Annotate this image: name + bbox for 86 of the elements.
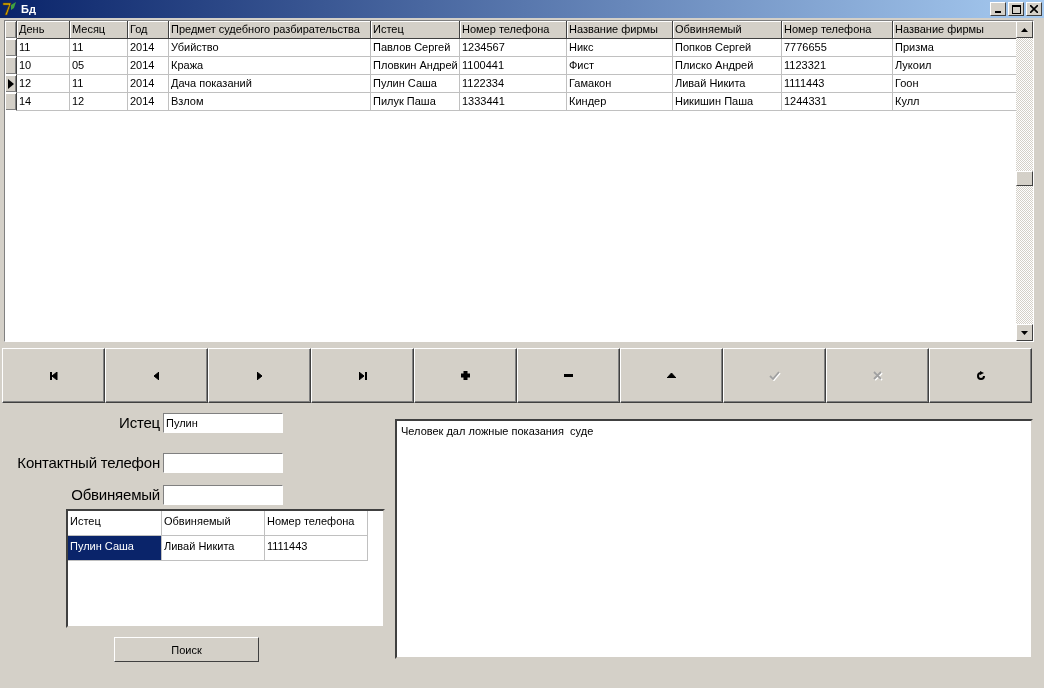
table-cell: Киндер [567, 93, 673, 111]
table-cell: 2014 [128, 57, 169, 75]
current-row-icon [7, 78, 14, 89]
table-cell: 11 [70, 75, 128, 93]
table-cell: 12 [17, 75, 70, 93]
table-cell: Фист [567, 57, 673, 75]
column-header[interactable]: Год [128, 21, 169, 39]
column-header[interactable]: Обвиняемый [162, 511, 265, 536]
text-field[interactable] [163, 452, 283, 473]
table-cell: Убийство [169, 39, 371, 57]
table-cell: 11 [70, 39, 128, 57]
search-button[interactable]: Поиск [114, 637, 259, 662]
table-cell: 1123321 [782, 57, 893, 75]
field-label: Контактный телефон [17, 454, 160, 471]
table-cell: Павлов Сергей [371, 39, 460, 57]
table-cell: Ливай Никита [673, 75, 782, 93]
maximize-button[interactable] [1008, 2, 1024, 16]
close-icon [1030, 5, 1038, 13]
window-title: Бд [21, 3, 36, 15]
table-cell: Никс [567, 39, 673, 57]
table-cell: 11 [17, 39, 70, 57]
maximize-icon [1011, 4, 1021, 14]
table-cell: Взлом [169, 93, 371, 111]
minimize-button[interactable] [990, 2, 1006, 16]
grid-corner [5, 21, 17, 39]
column-header[interactable]: День [17, 21, 70, 39]
table-cell: Плиско Андрей [673, 57, 782, 75]
column-header[interactable]: Месяц [70, 21, 128, 39]
field-label: Истец [119, 414, 160, 431]
table-cell: 1100441 [460, 57, 567, 75]
table-cell: Попков Сергей [673, 39, 782, 57]
edit-button[interactable] [620, 348, 723, 403]
table-cell: 7776655 [782, 39, 893, 57]
table-cell: Пулин Саша [68, 536, 162, 561]
memo-field[interactable]: Человек дал ложные показания суде [395, 419, 1033, 659]
up-arrow-icon [1021, 27, 1028, 32]
column-header[interactable]: Истец [371, 21, 460, 39]
table-cell: 2014 [128, 75, 169, 93]
table-cell: Гамакон [567, 75, 673, 93]
column-header[interactable]: Название фирмы [567, 21, 673, 39]
table-cell: Пулин Саша [371, 75, 460, 93]
table-cell: 1111443 [265, 536, 368, 561]
column-header[interactable]: Предмет судебного разбирательства [169, 21, 371, 39]
row-indicator[interactable] [5, 39, 17, 57]
table-cell: 14 [17, 93, 70, 111]
table-cell: Кража [169, 57, 371, 75]
delete-button[interactable] [517, 348, 620, 403]
first-record-button[interactable] [2, 348, 105, 403]
table-cell: 2014 [128, 93, 169, 111]
down-arrow-icon [1021, 330, 1028, 335]
scroll-up-button[interactable] [1016, 21, 1033, 38]
column-header[interactable]: Номер телефона [265, 511, 368, 536]
table-cell: Дача показаний [169, 75, 371, 93]
column-header[interactable]: Номер телефона [460, 21, 567, 39]
table-cell: 1111443 [782, 75, 893, 93]
table-cell: Ливай Никита [162, 536, 265, 561]
next-record-button[interactable] [208, 348, 311, 403]
scroll-thumb[interactable] [1016, 171, 1033, 186]
previous-record-button[interactable] [105, 348, 208, 403]
text-field[interactable] [163, 484, 283, 505]
table-cell: 12 [70, 93, 128, 111]
column-header[interactable]: Название фирмы [893, 21, 1016, 39]
table-cell: 1234567 [460, 39, 567, 57]
vertical-scrollbar[interactable] [1016, 21, 1033, 341]
table-cell: 1244331 [782, 93, 893, 111]
table-cell: Никишин Паша [673, 93, 782, 111]
last-record-button[interactable] [311, 348, 414, 403]
row-indicator[interactable] [5, 75, 17, 93]
row-indicator[interactable] [5, 57, 17, 75]
table-cell: 1122334 [460, 75, 567, 93]
table-cell: 05 [70, 57, 128, 75]
table-cell: Пилук Паша [371, 93, 460, 111]
column-header[interactable]: Номер телефона [782, 21, 893, 39]
table-cell: Пловкин Андрей [371, 57, 460, 75]
refresh-button[interactable] [929, 348, 1032, 403]
table-cell: 10 [17, 57, 70, 75]
field-label: Обвиняемый [71, 486, 160, 503]
close-button[interactable] [1026, 2, 1042, 16]
scroll-down-button[interactable] [1016, 324, 1033, 341]
text-field[interactable]: Пулин [163, 412, 283, 433]
row-indicator[interactable] [5, 93, 17, 111]
table-cell: 2014 [128, 39, 169, 57]
table-cell: 1333441 [460, 93, 567, 111]
insert-button[interactable] [414, 348, 517, 403]
column-header[interactable]: Обвиняемый [673, 21, 782, 39]
app-icon [2, 1, 18, 17]
